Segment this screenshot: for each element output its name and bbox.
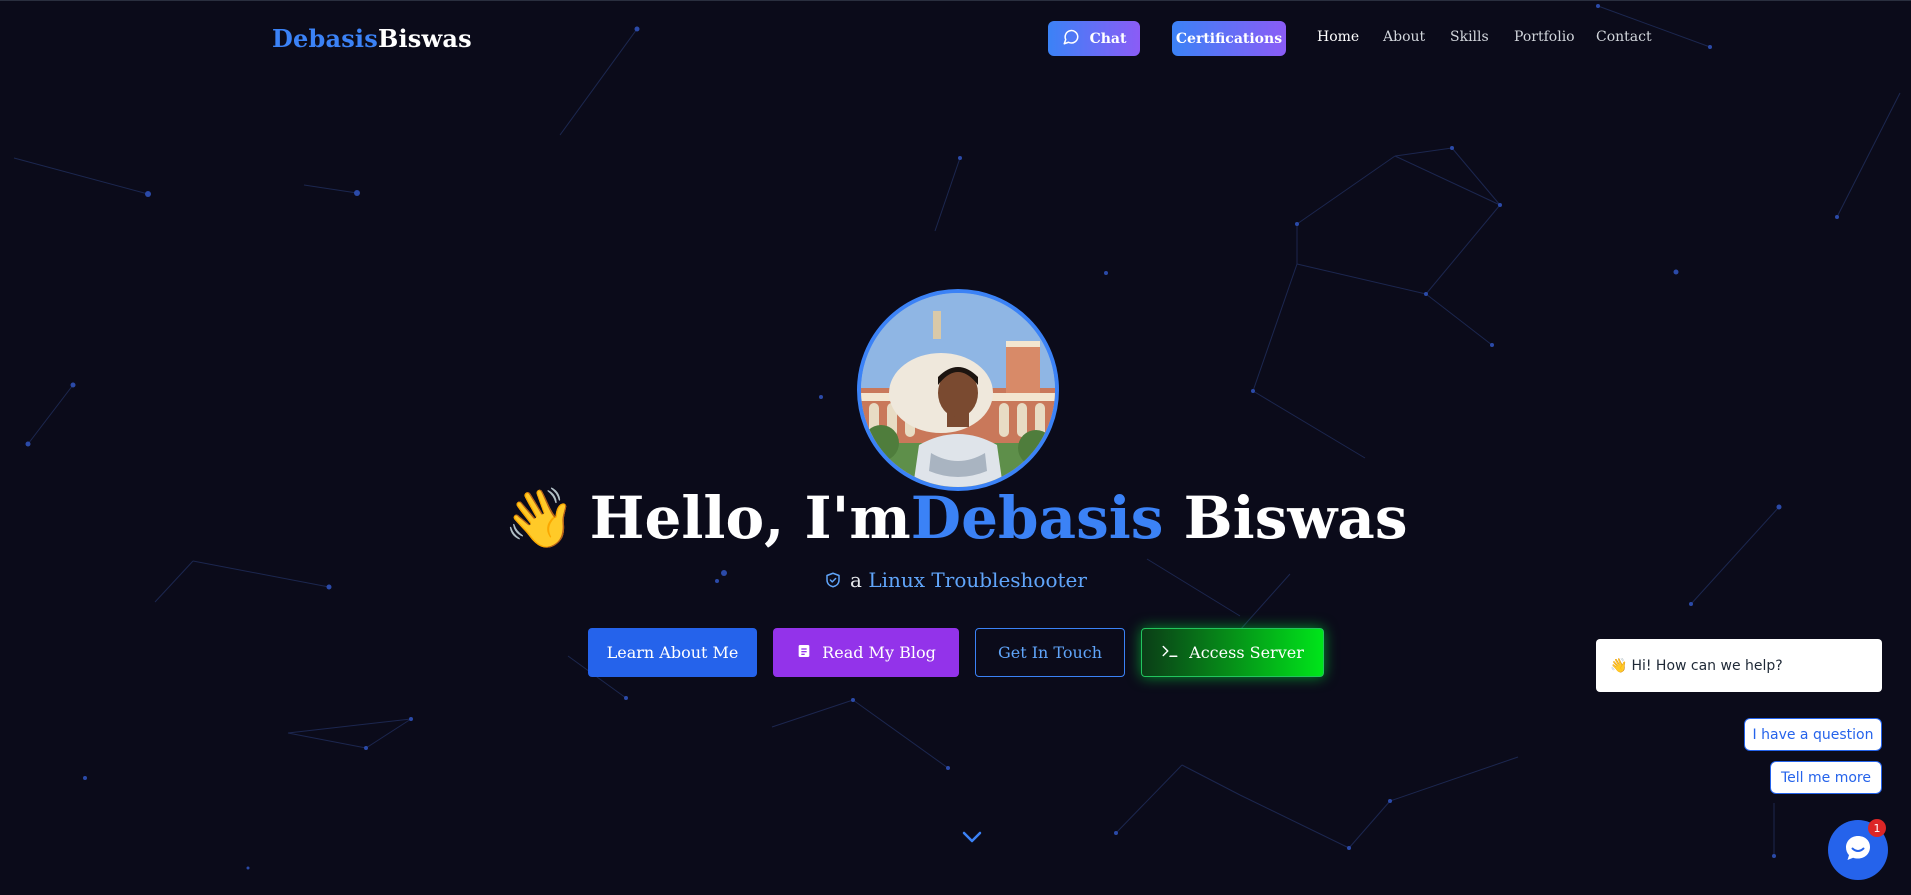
learn-about-me-button[interactable]: Learn About Me (588, 628, 757, 677)
nav-skills[interactable]: Skills (1450, 29, 1489, 45)
waving-hand-emoji: 👋 (503, 484, 576, 552)
subtitle-role: Linux Troubleshooter (868, 568, 1087, 592)
learn-about-me-label: Learn About Me (606, 643, 739, 662)
hero-heading: 👋 Hello, I'mDebasis Biswas (0, 482, 1911, 554)
profile-avatar (857, 289, 1059, 491)
nav-home[interactable]: Home (1317, 29, 1359, 45)
logo-first-name: Debasis (272, 24, 378, 53)
get-in-touch-label: Get In Touch (997, 643, 1103, 662)
chat-option-more[interactable]: Tell me more (1770, 761, 1882, 794)
chat-button[interactable]: Chat (1048, 21, 1140, 56)
hero-title-suffix: Biswas (1163, 484, 1408, 552)
chat-option-question[interactable]: I have a question (1744, 718, 1882, 751)
chat-option-question-label: I have a question (1752, 726, 1874, 743)
nav-contact[interactable]: Contact (1596, 29, 1652, 45)
get-in-touch-button[interactable]: Get In Touch (975, 628, 1125, 677)
certifications-button[interactable]: Certifications (1172, 21, 1286, 56)
site-logo[interactable]: DebasisBiswas (272, 24, 472, 53)
hero-title-highlight: Debasis (910, 484, 1164, 552)
notification-badge: 1 (1868, 819, 1886, 837)
certifications-label: Certifications (1175, 30, 1283, 47)
chat-bubble-icon (1062, 28, 1080, 50)
hero-title-prefix: Hello, I'm (589, 484, 911, 552)
access-server-label: Access Server (1189, 643, 1304, 662)
greeting-wave-emoji: 👋 (1610, 657, 1628, 674)
logo-last-name: Biswas (377, 24, 472, 53)
chat-greeting-text: Hi! How can we help? (1631, 657, 1783, 674)
nav-about[interactable]: About (1383, 29, 1425, 45)
chat-greeting-bubble: 👋 Hi! How can we help? (1596, 639, 1882, 692)
read-blog-label: Read My Blog (822, 643, 936, 662)
shield-check-icon (824, 570, 842, 594)
avatar-photo (861, 293, 1055, 487)
chat-option-more-label: Tell me more (1781, 769, 1871, 786)
chevron-down-icon[interactable] (960, 826, 984, 852)
read-blog-button[interactable]: Read My Blog (773, 628, 959, 677)
nav-portfolio[interactable]: Portfolio (1514, 29, 1575, 45)
chat-icon (1842, 832, 1874, 868)
hero-subtitle: a Linux Troubleshooter (0, 568, 1911, 594)
chat-button-label: Chat (1089, 30, 1127, 47)
terminal-icon (1161, 643, 1179, 663)
document-icon (796, 643, 812, 663)
access-server-button[interactable]: Access Server (1141, 628, 1324, 677)
subtitle-prefix: a (850, 568, 862, 592)
